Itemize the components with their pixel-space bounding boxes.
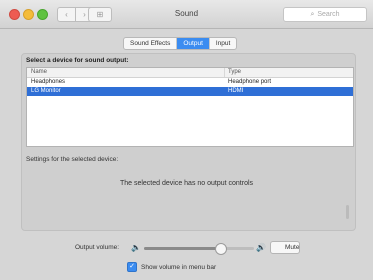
volume-slider[interactable]: [144, 243, 254, 255]
title-bar: ‹ › ⊞ Sound ⌕ Search: [0, 0, 373, 29]
device-type: HDMI: [228, 88, 244, 94]
show-volume-option[interactable]: ✓ Show volume in menu bar: [127, 262, 216, 272]
search-placeholder: Search: [317, 11, 340, 18]
settings-title: Settings for the selected device:: [26, 156, 119, 163]
volume-knob[interactable]: [214, 243, 227, 255]
section-title: Select a device for sound output:: [26, 57, 129, 64]
speaker-high-icon: 🔊: [256, 243, 266, 252]
device-type: Headphone port: [228, 79, 272, 85]
show-volume-label: Show volume in menu bar: [141, 263, 217, 271]
volume-fill: [144, 247, 220, 250]
table-row-selected[interactable]: LG Monitor HDMI: [27, 87, 353, 96]
resize-handle: [346, 205, 349, 219]
column-header-type[interactable]: Type: [228, 69, 241, 75]
column-header-name[interactable]: Name: [31, 69, 47, 75]
no-controls-message: The selected device has no output contro…: [119, 180, 254, 187]
table-row[interactable]: Headphones Headphone port: [27, 78, 353, 87]
show-volume-checkbox[interactable]: ✓: [127, 262, 137, 272]
search-field[interactable]: ⌕ Search: [283, 7, 367, 22]
tab-output[interactable]: Output: [176, 38, 209, 49]
tab-input[interactable]: Input: [208, 38, 236, 49]
device-table: Name Type Headphones Headphone port LG M…: [26, 67, 354, 147]
device-name: LG Monitor: [31, 88, 61, 94]
device-name: Headphones: [31, 79, 66, 85]
search-icon: ⌕: [310, 11, 315, 18]
tab-sound-effects[interactable]: Sound Effects: [124, 38, 176, 49]
tab-bar: Sound Effects Output Input: [123, 37, 238, 50]
speaker-low-icon: 🔈: [131, 243, 141, 252]
column-divider: [224, 68, 225, 77]
mute-label: Mute: [285, 244, 300, 251]
table-header: Name Type: [27, 68, 353, 78]
output-volume-label: Output volume:: [75, 244, 120, 251]
